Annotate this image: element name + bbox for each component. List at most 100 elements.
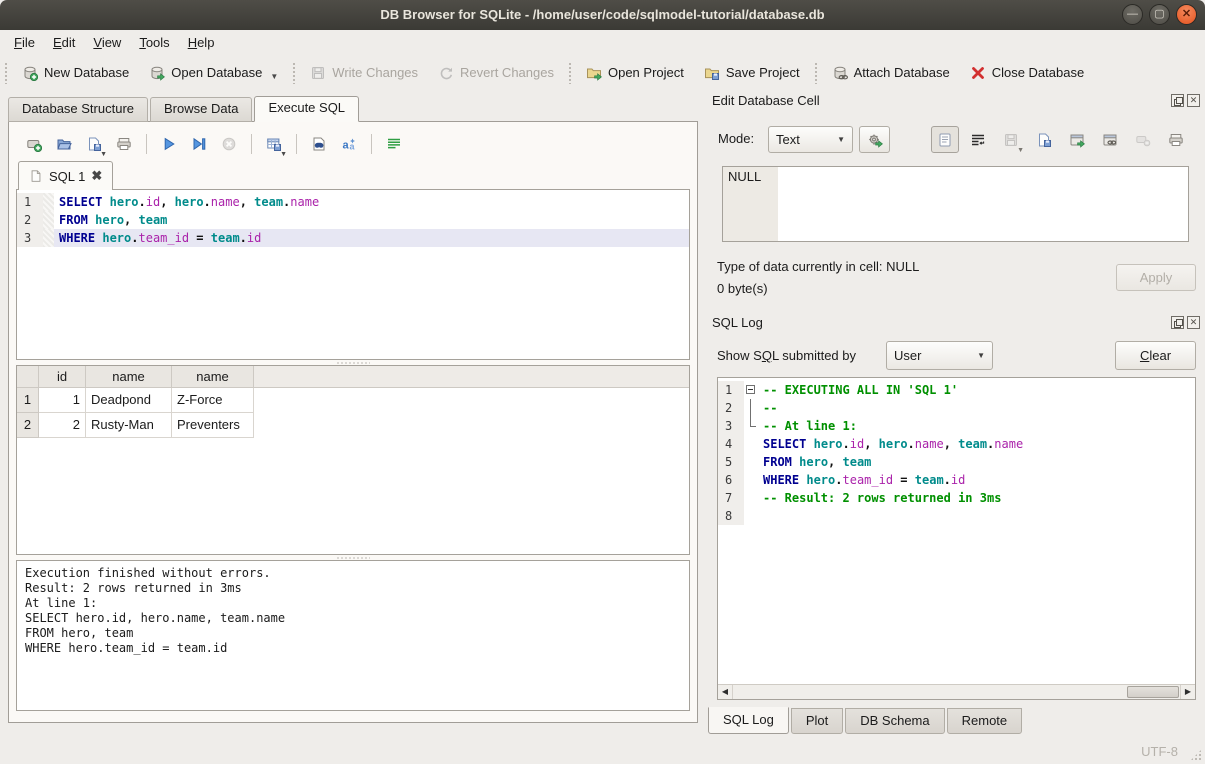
print-sql-button[interactable] [110, 131, 138, 157]
float-panel-icon[interactable] [1171, 94, 1184, 107]
find-button[interactable] [305, 131, 333, 157]
open-project-button[interactable]: Open Project [578, 61, 692, 85]
new-database-button[interactable]: New Database [14, 61, 137, 85]
save-results-button[interactable]: ▼ [260, 131, 288, 157]
tab-browse-data[interactable]: Browse Data [150, 97, 252, 122]
titlebar[interactable]: DB Browser for SQLite - /home/user/code/… [0, 0, 1205, 30]
mode-select[interactable]: Text ▼ [768, 126, 853, 153]
revert-changes-button[interactable]: Revert Changes [430, 61, 562, 85]
toolbar-separator [814, 62, 818, 84]
line-number: 2 [718, 399, 744, 417]
cell-id[interactable]: 1 [39, 388, 86, 413]
dock-tab-plot[interactable]: Plot [791, 708, 843, 734]
new-sql-tab-button[interactable] [20, 131, 48, 157]
scroll-right-icon[interactable]: ▶ [1180, 685, 1195, 699]
close-panel-icon[interactable]: ✕ [1187, 316, 1200, 329]
fold-collapse-icon[interactable] [746, 385, 755, 394]
stop-execution-button[interactable] [215, 131, 243, 157]
scroll-left-icon[interactable]: ◀ [718, 685, 733, 699]
print-cell-button[interactable] [1162, 126, 1190, 153]
column-header-name-1[interactable]: name [86, 366, 172, 388]
close-tab-icon[interactable]: ✖ [91, 168, 102, 184]
table-row[interactable]: 22Rusty-ManPreventers [17, 413, 689, 438]
corner-header[interactable] [17, 366, 39, 388]
auto-format-button[interactable]: aa [335, 131, 363, 157]
word-wrap-button[interactable] [380, 131, 408, 157]
window-title: DB Browser for SQLite - /home/user/code/… [0, 0, 1205, 30]
close-button[interactable]: ✕ [1176, 4, 1197, 25]
apply-button[interactable]: Apply [1116, 264, 1196, 291]
editor-results-splitter[interactable] [16, 360, 690, 365]
results-status-splitter[interactable] [16, 555, 690, 560]
save-project-button[interactable]: Save Project [696, 61, 808, 85]
chevron-down-icon[interactable]: ▼ [270, 72, 278, 81]
execute-current-line-button[interactable] [185, 131, 213, 157]
column-header-id-0[interactable]: id [39, 366, 86, 388]
close-database-button[interactable]: Close Database [962, 61, 1093, 85]
cell-id[interactable]: 2 [39, 413, 86, 438]
button-label: Revert Changes [460, 65, 554, 80]
line-number: 1 [718, 381, 744, 399]
dock-tab-sql-log[interactable]: SQL Log [708, 707, 789, 734]
dock-tab-db-schema[interactable]: DB Schema [845, 708, 944, 734]
write-changes-icon [310, 65, 326, 81]
row-header[interactable]: 2 [17, 413, 39, 438]
clear-log-button[interactable]: Clear [1115, 341, 1196, 370]
cell-hero-name[interactable]: Deadpond [86, 388, 172, 413]
svg-text:a: a [343, 140, 350, 152]
cell-team-name[interactable]: Preventers [172, 413, 254, 438]
fold-margin [744, 399, 758, 417]
cell-editor[interactable]: NULL [722, 166, 1189, 242]
resize-grip-icon[interactable] [1190, 749, 1202, 761]
link-data-button[interactable] [1096, 126, 1124, 153]
sql-log-view[interactable]: 1-- EXECUTING ALL IN 'SQL 1'2--3-- At li… [717, 377, 1196, 700]
text-mode-button[interactable] [931, 126, 959, 153]
close-panel-icon[interactable]: ✕ [1187, 94, 1200, 107]
save-sql-file-button[interactable]: ▼ [80, 131, 108, 157]
menu-edit[interactable]: Edit [44, 32, 84, 53]
menu-view[interactable]: View [84, 32, 130, 53]
open-database-button[interactable]: Open Database▼ [141, 61, 286, 85]
write-changes-button[interactable]: Write Changes [302, 61, 426, 85]
chevron-down-icon[interactable]: ▼ [100, 151, 107, 158]
fold-margin [744, 453, 758, 471]
sql-editor[interactable]: 1SELECT hero.id, hero.name, team.name2FR… [16, 189, 690, 360]
new-database-icon [22, 65, 38, 81]
open-external-button[interactable] [1063, 126, 1091, 153]
export-data-button[interactable] [1030, 126, 1058, 153]
tab-database-structure[interactable]: Database Structure [8, 97, 148, 122]
menu-help[interactable]: Help [179, 32, 224, 53]
scrollbar-thumb[interactable] [1127, 686, 1179, 698]
log-filter-select[interactable]: User ▼ [886, 341, 993, 370]
dock-tab-remote[interactable]: Remote [947, 708, 1023, 734]
auto-apply-button[interactable] [859, 126, 890, 153]
open-sql-file-button[interactable] [50, 131, 78, 157]
execute-all-button[interactable] [155, 131, 183, 157]
stop-execution-icon [221, 136, 237, 152]
table-row[interactable]: 11DeadpondZ-Force [17, 388, 689, 413]
attach-database-button[interactable]: Attach Database [824, 61, 958, 85]
import-data-icon [1003, 132, 1019, 148]
row-header[interactable]: 1 [17, 388, 39, 413]
import-data-button[interactable]: ▼ [997, 126, 1025, 153]
log-horizontal-scrollbar[interactable]: ◀ ▶ [718, 684, 1195, 699]
minimize-button[interactable]: — [1122, 4, 1143, 25]
sql-file-icon [29, 169, 43, 183]
sql-editor-tab[interactable]: SQL 1✖ [18, 161, 113, 190]
column-header-name-2[interactable]: name [172, 366, 254, 388]
maximize-button[interactable]: ▢ [1149, 4, 1170, 25]
tab-execute-sql[interactable]: Execute SQL [254, 96, 359, 122]
fold-margin [43, 193, 54, 211]
results-table[interactable]: idnamename11DeadpondZ-Force22Rusty-ManPr… [16, 365, 690, 555]
float-panel-icon[interactable] [1171, 316, 1184, 329]
open-sql-file-icon [56, 136, 72, 152]
menu-tools[interactable]: Tools [130, 32, 178, 53]
set-null-button[interactable] [1129, 126, 1157, 153]
word-wrap-text-button[interactable] [964, 126, 992, 153]
cell-team-name[interactable]: Z-Force [172, 388, 254, 413]
cell-hero-name[interactable]: Rusty-Man [86, 413, 172, 438]
execute-all-icon [161, 136, 177, 152]
chevron-down-icon[interactable]: ▼ [280, 151, 287, 158]
menu-file[interactable]: File [5, 32, 44, 53]
fold-corner [750, 417, 751, 426]
